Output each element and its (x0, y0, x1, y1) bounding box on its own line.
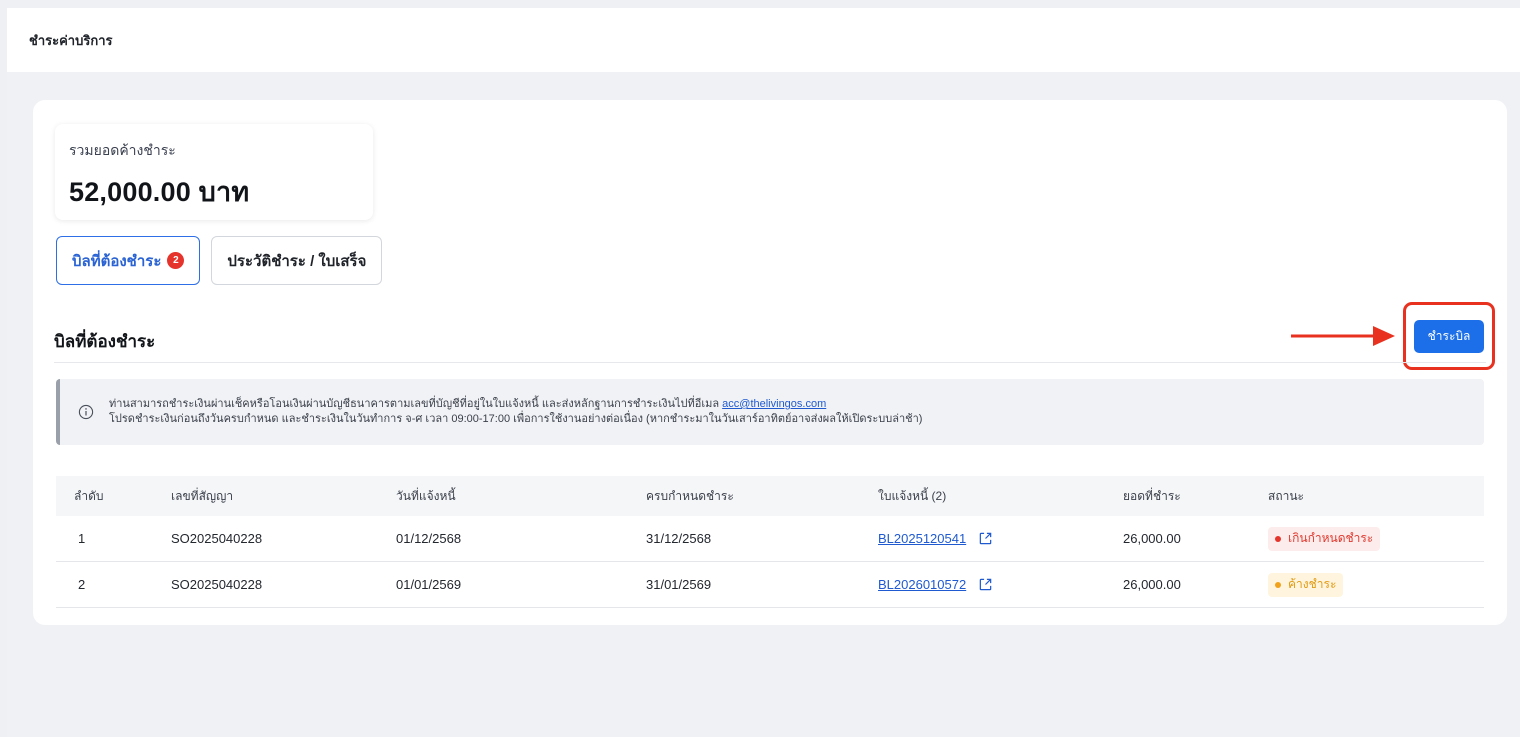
notice-line-1-text: ท่านสามารถชำระเงินผ่านเช็คหรือโอนเงินผ่า… (109, 398, 723, 410)
status-label: ค้างชำระ (1288, 577, 1337, 591)
table-row: 1 SO2025040228 01/12/2568 31/12/2568 BL2… (56, 516, 1484, 562)
info-circle-icon (78, 404, 94, 420)
tab-bills-due-label: บิลที่ต้องชำระ (72, 252, 162, 270)
billing-card: รวมยอดค้างชำระ 52,000.00 บาท บิลที่ต้องช… (33, 100, 1507, 625)
col-header-contract: เลขที่สัญญา (171, 488, 234, 503)
page-frame: ชำระค่าบริการ รวมยอดค้างชำระ 52,000.00 บ… (7, 8, 1520, 737)
amount-due: 26,000.00 (1123, 577, 1181, 592)
notice-line-1: ท่านสามารถชำระเงินผ่านเช็คหรือโอนเงินผ่า… (109, 397, 922, 412)
amount-due: 26,000.00 (1123, 531, 1181, 546)
invoice-date: 01/12/2568 (396, 531, 462, 546)
contract-number: SO2025040228 (171, 577, 263, 592)
invoice-date: 01/01/2569 (396, 577, 462, 592)
col-header-due-date: ครบกำหนดชำระ (646, 488, 734, 503)
status-cell: ค้างชำระ (1268, 562, 1344, 607)
status-badge: เกินกำหนดชำระ (1268, 526, 1381, 551)
col-header-no: ลำดับ (74, 488, 104, 503)
outstanding-amount: 52,000.00 บาท (69, 177, 250, 207)
payment-notice: ท่านสามารถชำระเงินผ่านเช็คหรือโอนเงินผ่า… (56, 379, 1484, 445)
invoice-link[interactable]: BL2026010572 (878, 577, 966, 592)
notice-text: ท่านสามารถชำระเงินผ่านเช็คหรือโอนเงินผ่า… (109, 397, 922, 427)
email-link[interactable]: acc@thelivingos.com (722, 398, 826, 410)
outstanding-summary: รวมยอดค้างชำระ 52,000.00 บาท (55, 124, 373, 220)
status-label: เกินกำหนดชำระ (1288, 531, 1374, 545)
invoice-cell: BL2026010572 (878, 562, 993, 607)
pay-bill-button[interactable]: ชำระบิล (1414, 320, 1484, 353)
page-title: ชำระค่าบริการ (29, 32, 113, 48)
due-date: 31/12/2568 (646, 531, 712, 546)
external-link-icon[interactable] (978, 531, 993, 546)
status-dot (1275, 535, 1281, 542)
col-header-invoice-date: วันที่แจ้งหนี้ (396, 488, 456, 503)
status-cell: เกินกำหนดชำระ (1268, 516, 1381, 561)
arrow-right-icon (1291, 326, 1395, 346)
status-dot (1275, 581, 1281, 588)
tab-bar: บิลที่ต้องชำระ 2 ประวัติชำระ / ใบเสร็จ (56, 236, 383, 285)
external-link-icon[interactable] (978, 577, 993, 592)
tab-payment-history-label: ประวัติชำระ / ใบเสร็จ (227, 252, 367, 270)
row-number: 2 (78, 577, 86, 592)
contract-number: SO2025040228 (171, 531, 263, 546)
count-badge: 2 (167, 252, 185, 269)
status-badge: ค้างชำระ (1268, 572, 1344, 597)
due-date: 31/01/2569 (646, 577, 712, 592)
notice-line-2: โปรดชำระเงินก่อนถึงวันครบกำหนด และชำระเง… (109, 413, 923, 425)
outstanding-label: รวมยอดค้างชำระ (69, 142, 176, 158)
col-header-amount: ยอดที่ชำระ (1123, 488, 1181, 503)
table-header: ลำดับ เลขที่สัญญา วันที่แจ้งหนี้ ครบกำหน… (56, 476, 1484, 516)
table-row: 2 SO2025040228 01/01/2569 31/01/2569 BL2… (56, 562, 1484, 608)
invoice-link[interactable]: BL2025120541 (878, 531, 966, 546)
tab-bills-due[interactable]: บิลที่ต้องชำระ 2 (56, 236, 201, 285)
col-header-invoice: ใบแจ้งหนี้ (2) (878, 488, 947, 503)
tab-payment-history[interactable]: ประวัติชำระ / ใบเสร็จ (211, 236, 383, 285)
invoice-cell: BL2025120541 (878, 516, 993, 561)
row-number: 1 (78, 531, 86, 546)
col-header-status: สถานะ (1268, 488, 1304, 503)
divider (54, 362, 1486, 363)
section-title: บิลที่ต้องชำระ (54, 332, 156, 351)
page-header: ชำระค่าบริการ (7, 8, 1520, 72)
